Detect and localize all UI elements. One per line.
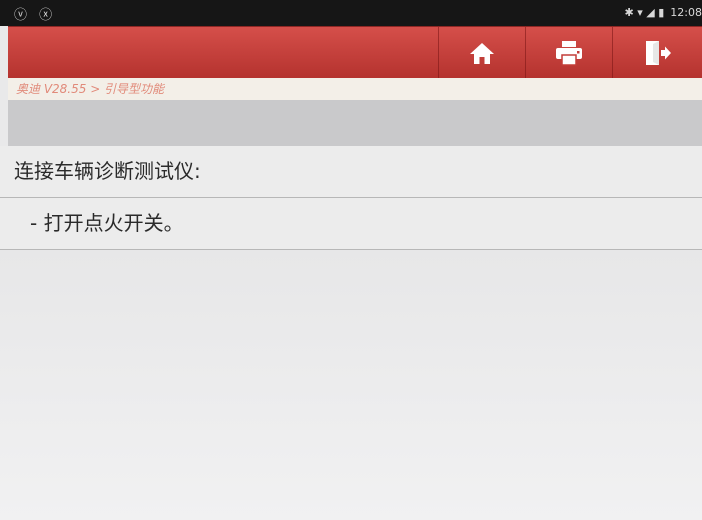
status-time: 12:08 bbox=[670, 6, 702, 19]
home-button[interactable] bbox=[438, 27, 525, 79]
instruction-step: - 打开点火开关。 bbox=[0, 198, 702, 250]
status-right-area: ✱ ▾ ◢ ▮ 12:08 bbox=[625, 6, 702, 19]
content-area bbox=[0, 250, 702, 520]
home-icon bbox=[470, 43, 494, 64]
breadcrumb: 奥迪 V28.55 > 引导型功能 bbox=[8, 78, 702, 100]
status-left-icons: ⓥ ⓧ bbox=[14, 8, 57, 23]
top-toolbar bbox=[8, 26, 702, 79]
exit-button[interactable] bbox=[612, 27, 702, 79]
printer-icon bbox=[556, 41, 582, 66]
print-button[interactable] bbox=[525, 27, 612, 79]
status-signal-icons: ✱ ▾ ◢ ▮ bbox=[624, 6, 665, 19]
header-band bbox=[8, 100, 702, 146]
status-bar: ⓥ ⓧ ✱ ▾ ◢ ▮ 12:08 bbox=[0, 0, 702, 26]
exit-icon bbox=[646, 41, 671, 65]
instruction-title: 连接车辆诊断测试仪: bbox=[0, 146, 702, 198]
